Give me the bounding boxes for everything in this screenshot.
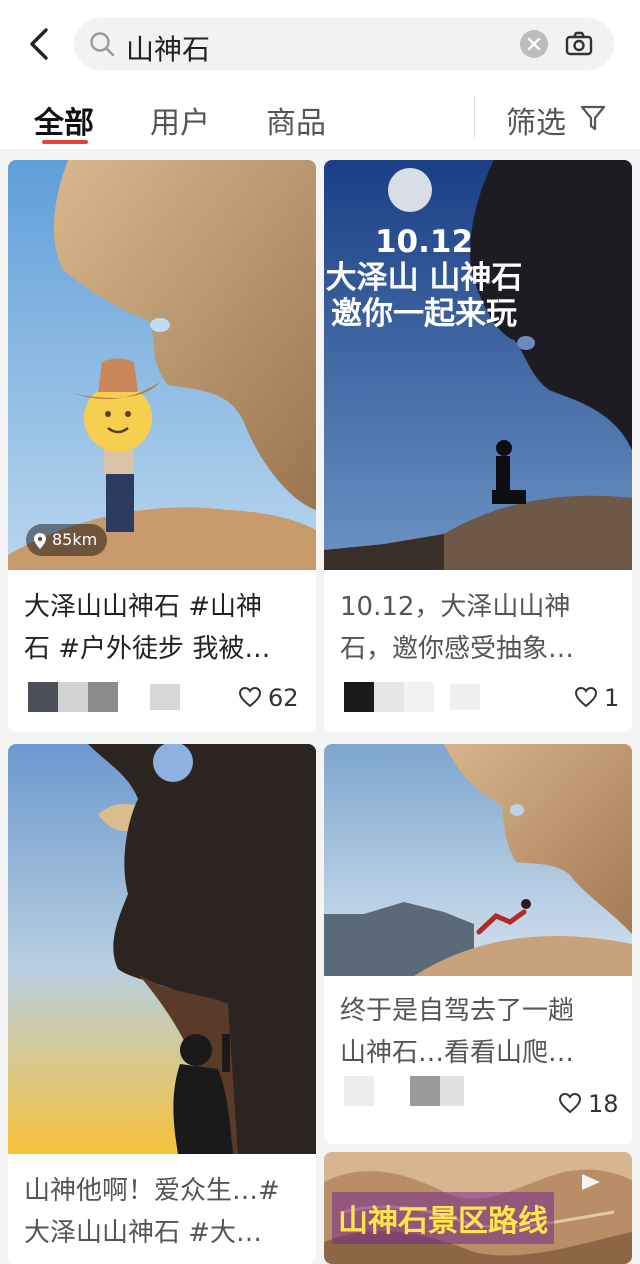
- author-avatar-placeholder[interactable]: [344, 682, 434, 712]
- note-card[interactable]: 85km 大泽山山神石 #山神 石 #户外徒步 我被… 62: [8, 160, 316, 732]
- note-card[interactable]: 终于是自驾去了一趟 山神石…看看山爬… 18: [324, 744, 632, 1144]
- note-card[interactable]: 山神石景区路线: [324, 1152, 632, 1264]
- like-count: 18: [588, 1090, 619, 1118]
- tab-all[interactable]: 全部: [34, 98, 94, 142]
- clear-search-button[interactable]: [520, 30, 548, 58]
- overlay-line: 邀你一起来玩: [331, 296, 517, 332]
- camera-search-icon[interactable]: [564, 29, 594, 59]
- like-count: 62: [268, 684, 299, 712]
- heart-icon[interactable]: [574, 686, 598, 708]
- search-header: 山神石: [0, 0, 640, 88]
- distance-badge: 85km: [26, 524, 108, 556]
- overlay-line: 10.12: [374, 224, 474, 260]
- filter-button[interactable]: 筛选: [506, 98, 566, 142]
- note-title: 10.12，大泽山山神 石，邀你感受抽象…: [340, 592, 575, 664]
- note-card[interactable]: 山神他啊！爱众生…# 大泽山山神石 #大…: [8, 744, 316, 1264]
- tab-divider: [474, 96, 475, 138]
- tab-users[interactable]: 用户: [150, 98, 210, 142]
- like-count: 1: [604, 684, 620, 712]
- distance-value: 85km: [52, 530, 98, 549]
- note-cover-image: [8, 160, 316, 570]
- author-avatar-placeholder[interactable]: [28, 682, 118, 712]
- heart-icon[interactable]: [558, 1092, 582, 1114]
- location-pin-icon: [34, 532, 46, 549]
- back-arrow-icon[interactable]: [22, 24, 58, 64]
- author-name-placeholder[interactable]: [450, 684, 480, 710]
- author-name-placeholder[interactable]: [150, 684, 180, 710]
- funnel-icon[interactable]: [580, 104, 606, 132]
- note-cover-image: [324, 160, 632, 570]
- note-title: 山神他啊！爱众生…# 大泽山山神石 #大…: [24, 1176, 280, 1248]
- search-input[interactable]: 山神石: [126, 28, 210, 68]
- search-icon: [90, 32, 115, 57]
- tab-products[interactable]: 商品: [266, 98, 326, 142]
- overlay-line: 大泽山 山神石: [325, 260, 523, 296]
- note-title: 终于是自驾去了一趟 山神石…看看山爬…: [340, 996, 575, 1068]
- cover-overlay-text: 10.12 大泽山 山神石 邀你一起来玩: [324, 224, 524, 332]
- active-tab-indicator: [42, 140, 88, 144]
- note-cover-image: [324, 744, 632, 976]
- author-avatar-placeholder[interactable]: [344, 1076, 464, 1106]
- note-cover-image: [8, 744, 316, 1154]
- search-box[interactable]: 山神石: [74, 18, 614, 70]
- heart-icon[interactable]: [238, 686, 262, 708]
- note-card[interactable]: 10.12 大泽山 山神石 邀你一起来玩 10.12，大泽山山神 石，邀你感受抽…: [324, 160, 632, 732]
- note-title: 大泽山山神石 #山神 石 #户外徒步 我被…: [24, 592, 271, 664]
- cover-banner-text: 山神石景区路线: [332, 1192, 554, 1244]
- close-icon: [527, 37, 541, 51]
- result-tabs: 全部 用户 商品 筛选: [0, 88, 640, 150]
